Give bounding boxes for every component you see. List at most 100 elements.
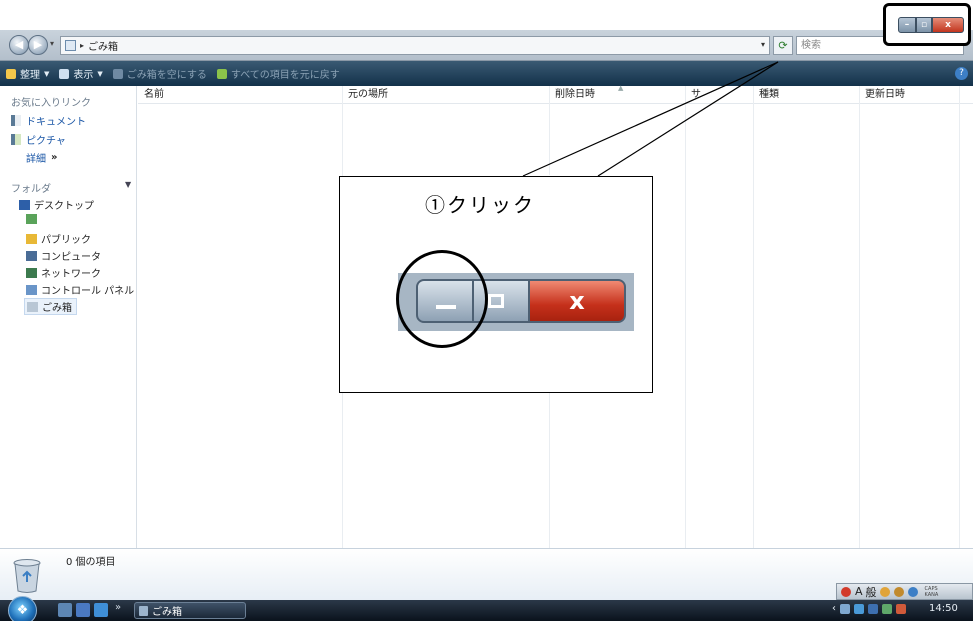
volume-icon[interactable] [896,603,906,614]
language-bar: A 般 CAPS KANA [836,583,973,600]
folder-recycle-bin[interactable]: ごみ箱 [24,298,77,315]
command-bar: 整理 ▼ 表示 ▼ ごみ箱を空にする すべての項目を元に戻す ? [0,61,973,86]
organize-button[interactable]: 整理 ▼ [6,66,49,81]
folder-label: パブリック [41,235,91,246]
column-divider[interactable] [959,86,960,548]
address-dropdown-icon[interactable]: ▾ [761,40,765,49]
ime-pad-icon[interactable] [879,586,890,597]
column-divider[interactable] [685,86,686,548]
recycle-bin-icon [65,40,76,51]
column-divider[interactable] [753,86,754,548]
tray-expand-icon[interactable]: ‹ [832,603,836,614]
double-chevron-icon: » [51,152,58,163]
window-frame-top [0,0,973,30]
folder-label: デスクトップ [34,201,94,212]
favorite-link-pictures[interactable]: ピクチャ [11,132,66,147]
switch-windows-icon[interactable] [76,603,90,617]
chevron-down-icon: ▼ [97,69,103,78]
recent-pages-dropdown[interactable]: ▾ [50,39,54,48]
internet-explorer-icon[interactable] [94,603,108,617]
quick-launch-more-icon[interactable]: » [115,602,121,613]
back-button[interactable]: ◀ [9,35,29,55]
documents-icon [11,115,21,126]
favorite-link-label: ドキュメント [26,117,86,128]
favorite-links-heading: お気に入りリンク [11,98,91,109]
restore-icon [216,68,227,79]
ime-input-mode[interactable]: A [855,585,863,598]
ime-toolbar-icon[interactable] [841,586,851,597]
tray-device-icon[interactable] [882,603,892,614]
column-header-date-deleted[interactable]: 削除日時 [549,86,685,104]
item-count: 0 個の項目 [66,557,116,568]
address-bar[interactable]: ▸ ごみ箱 ▾ [60,36,770,55]
forward-button[interactable]: ▶ [28,35,48,55]
views-button[interactable]: 表示 ▼ [59,66,103,81]
column-divider[interactable] [859,86,860,548]
chevron-down-icon: ▼ [44,69,50,78]
folder-label: ごみ箱 [42,303,72,314]
folders-heading[interactable]: フォルダ [11,180,51,195]
tray-monitor-icon[interactable] [868,603,878,614]
favorite-link-label: ピクチャ [26,136,66,147]
column-header-type[interactable]: 種類 [753,86,859,104]
highlight-circle [396,250,488,348]
address-row: ◀ ▶ ▾ ▸ ごみ箱 ▾ ⟳ 検索 [0,30,973,61]
folder-computer[interactable]: コンピュータ [26,248,101,263]
clock[interactable]: 14:50 [929,603,958,614]
taskbar-button-recycle-bin[interactable]: ごみ箱 [134,602,246,619]
details-pane: 0 個の項目 [0,548,973,600]
folder-public[interactable]: パブリック [26,231,91,246]
caps-kana-indicator: CAPS KANA [925,586,939,598]
help-icon[interactable] [907,586,918,597]
column-header-size[interactable]: サ [685,86,753,104]
column-header-date-modified[interactable]: 更新日時 [859,86,973,104]
network-status-icon[interactable] [854,603,864,614]
ime-conversion-mode[interactable]: 般 [866,584,877,600]
refresh-button[interactable]: ⟳ [773,36,793,55]
show-desktop-icon[interactable] [58,603,72,617]
start-button[interactable]: ❖ [8,596,37,621]
tray-app-icon[interactable] [840,603,850,614]
folder-control-panel[interactable]: コントロール パネル [26,282,134,297]
taskbar-button-label: ごみ箱 [152,607,182,618]
notification-area: ‹ [832,603,910,614]
favorite-link-documents[interactable]: ドキュメント [11,113,86,128]
folder-label: コンピュータ [41,252,101,263]
desktop-icon [19,199,30,210]
navigation-pane: お気に入りリンク ドキュメント ピクチャ 詳細 » フォルダ ▼ デスクトップ … [0,86,137,548]
recycle-bin-icon [27,301,38,312]
ime-tools-icon[interactable] [893,586,904,597]
folder-network[interactable]: ネットワーク [26,265,101,280]
folder-desktop[interactable]: デスクトップ [19,197,94,212]
network-icon [26,267,37,278]
chevron-down-icon[interactable]: ▼ [125,180,131,189]
pictures-icon [11,134,21,145]
organize-icon [6,68,16,79]
views-label: 表示 [73,70,94,81]
minimize-button[interactable]: – [898,17,916,33]
recycle-bin-icon [13,559,41,593]
restore-all-button[interactable]: すべての項目を元に戻す [216,66,340,81]
column-header-original-location[interactable]: 元の場所 [342,86,549,104]
empty-recycle-bin-icon [112,68,123,79]
empty-recycle-bin-label: ごみ箱を空にする [126,70,207,81]
breadcrumb-recycle-bin[interactable]: ごみ箱 [88,38,118,53]
maximize-button[interactable]: ▫ [916,17,932,33]
close-button[interactable]: x [932,17,964,33]
help-button[interactable]: ? [955,67,968,80]
callout-instruction: ①クリック [425,193,535,217]
windows-logo-icon: ❖ [16,603,29,618]
folder-user[interactable] [26,214,41,224]
favorite-link-more[interactable]: 詳細 » [26,150,57,165]
user-folder-icon [26,214,37,224]
control-panel-icon [26,284,37,295]
taskbar: ❖ » ごみ箱 ‹ 14:50 [0,596,973,621]
computer-icon [26,250,37,261]
instruction-callout: ①クリック x [339,176,653,393]
kana-indicator: KANA [924,591,939,598]
sort-indicator-icon: ▲ [618,84,624,92]
column-header-name[interactable]: 名前 [138,86,342,104]
empty-recycle-bin-button[interactable]: ごみ箱を空にする [112,66,207,81]
breadcrumb-separator-icon[interactable]: ▸ [80,41,84,50]
maximize-icon [488,294,504,308]
